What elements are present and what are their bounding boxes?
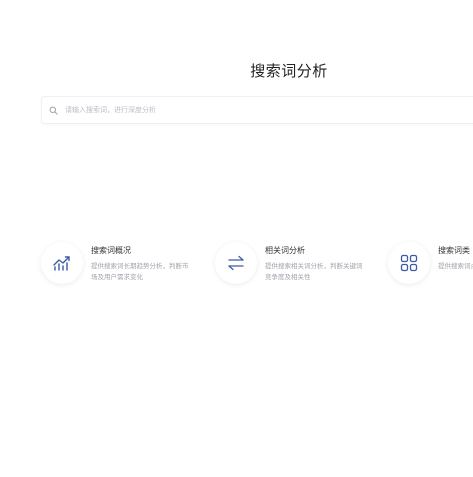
feature-title: 搜索词概况 <box>91 246 131 255</box>
feature-item-related-words[interactable]: 相关词分析 提供搜索相关词分析，判断关键词竞争度及相关性 <box>215 240 385 288</box>
feature-item-search-overview[interactable]: 搜索词概况 提供搜索词长期趋势分析，判断市场及用户需求变化 <box>41 240 211 288</box>
page-title: 搜索词分析 <box>250 62 328 80</box>
page: 搜索词分析 搜索词概况 提供搜索词长期趋势分析，判断 <box>0 0 473 477</box>
swap-arrows-icon <box>215 242 257 284</box>
feature-description: 提供搜索相关词分析，判断关键词竞争度及相关性 <box>265 262 363 281</box>
feature-title: 相关词分析 <box>265 246 305 255</box>
feature-description: 提供搜索词长期趋势分析，判断市场及用户需求变化 <box>91 262 189 281</box>
grid-icon <box>388 242 430 284</box>
feature-list: 搜索词概况 提供搜索词长期趋势分析，判断市场及用户需求变化 相关词分析 提供搜索… <box>41 240 473 290</box>
search-box[interactable] <box>41 96 473 124</box>
feature-title: 搜索词类 <box>438 246 470 255</box>
feature-description: 提供搜索词点击及点击 <box>438 262 473 270</box>
search-input[interactable] <box>65 100 465 120</box>
feature-item-word-category[interactable]: 搜索词类 提供搜索词点击及点击 <box>388 240 473 288</box>
search-icon <box>49 105 59 115</box>
trend-chart-icon <box>41 242 83 284</box>
